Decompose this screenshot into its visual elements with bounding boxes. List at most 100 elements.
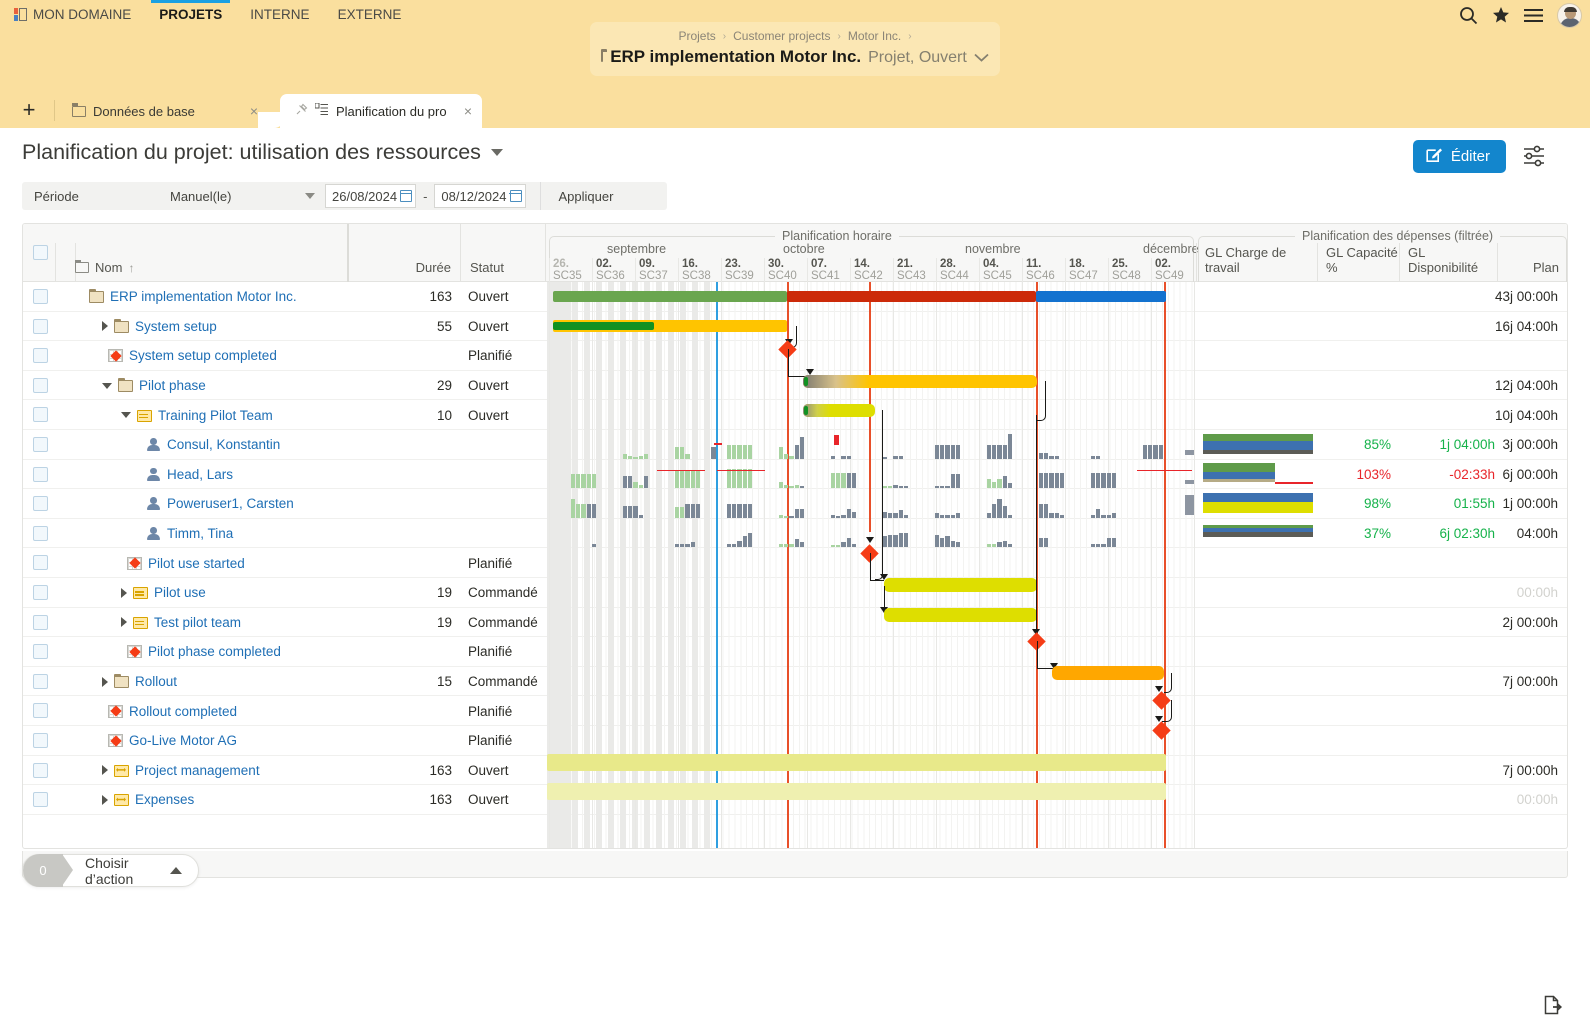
gantt-bar-project-future[interactable] [1036, 291, 1166, 302]
row-checkbox[interactable] [33, 496, 48, 511]
header-col-availability[interactable]: GL Disponibilité [1399, 243, 1497, 282]
week-day-label: 28. [940, 258, 979, 270]
row-checkbox[interactable] [33, 437, 48, 452]
header-col-name[interactable]: Nom ↑ [75, 260, 134, 275]
chevron-up-icon[interactable] [170, 867, 182, 874]
row-scroll-thumb[interactable] [1185, 480, 1194, 484]
collapse-icon[interactable] [121, 412, 131, 418]
header-col-duration[interactable]: Durée [351, 224, 461, 282]
header-col-capacity[interactable]: GL Capacité % [1317, 243, 1399, 282]
avatar[interactable] [1557, 3, 1582, 28]
search-icon[interactable] [1459, 6, 1478, 25]
page-title-dropdown-icon[interactable] [491, 149, 503, 156]
row-name-cell[interactable]: Timm, Tina [140, 519, 233, 549]
sort-asc-icon[interactable]: ↑ [128, 261, 134, 275]
gantt-bar-rollout[interactable] [1052, 666, 1164, 680]
row-name-cell[interactable]: Pilot use started [121, 548, 245, 578]
tab-donnees-de-base[interactable]: Données de base × [58, 94, 268, 128]
breadcrumb-item-projets[interactable]: Projets [678, 29, 715, 43]
hamburger-menu-icon[interactable] [1524, 8, 1543, 23]
row-checkbox[interactable] [33, 289, 48, 304]
apply-button[interactable]: Appliquer [540, 182, 632, 210]
row-checkbox[interactable] [33, 378, 48, 393]
gantt-bar-expenses[interactable] [547, 783, 1166, 800]
gantt-bar-pilot-use[interactable] [884, 578, 1037, 592]
star-icon[interactable] [1492, 6, 1510, 24]
select-all-checkbox[interactable] [33, 245, 48, 260]
grid-header: Nom ↑ Durée Statut Planification horaire… [23, 224, 1567, 282]
row-checkbox[interactable] [33, 644, 48, 659]
date-from-input[interactable]: 26/08/2024 [325, 184, 416, 208]
expand-icon[interactable] [102, 677, 108, 687]
row-checkbox[interactable] [33, 319, 48, 334]
breadcrumb-item-motor-inc[interactable]: Motor Inc. [848, 29, 901, 43]
nav-item-externe[interactable]: EXTERNE [324, 0, 416, 28]
header-col-status[interactable]: Statut [461, 224, 546, 282]
row-checkbox[interactable] [33, 555, 48, 570]
edit-button[interactable]: Éditer [1413, 140, 1506, 173]
expand-icon[interactable] [102, 765, 108, 775]
row-name-cell[interactable]: System setup completed [102, 341, 277, 371]
row-checkbox[interactable] [33, 674, 48, 689]
row-scroll-thumb[interactable] [1185, 495, 1194, 515]
header-col-workload[interactable]: GL Charge de travail [1196, 243, 1317, 282]
row-name-cell[interactable]: Rollout completed [102, 696, 237, 726]
row-name-cell[interactable]: Rollout [102, 667, 177, 697]
histogram-bar [1107, 473, 1111, 489]
row-name-cell[interactable]: Test pilot team [121, 608, 241, 638]
row-name-cell[interactable]: Poweruser1, Carsten [140, 489, 294, 519]
nav-item-mon-domaine[interactable]: MON DOMAINE [0, 0, 145, 28]
chevron-down-icon[interactable] [974, 47, 989, 67]
row-scroll-thumb[interactable] [1185, 450, 1194, 455]
row-name-cell[interactable]: System setup [102, 312, 217, 342]
row-checkbox[interactable] [33, 348, 48, 363]
gantt-bar-project-actual[interactable] [553, 291, 787, 302]
row-checkbox[interactable] [33, 733, 48, 748]
gantt-bar-project-management[interactable] [547, 754, 1166, 771]
histogram-bar [852, 544, 856, 547]
row-checkbox[interactable] [33, 467, 48, 482]
row-checkbox[interactable] [33, 526, 48, 541]
row-name-cell[interactable]: Head, Lars [140, 460, 233, 490]
breadcrumb-item-customer-projects[interactable]: Customer projects [733, 29, 830, 43]
expand-icon[interactable] [121, 617, 127, 627]
row-name-cell[interactable]: Expenses [102, 785, 194, 815]
date-to-input[interactable]: 08/12/2024 [434, 184, 525, 208]
row-checkbox[interactable] [33, 703, 48, 718]
row-checkbox[interactable] [33, 615, 48, 630]
nav-item-projets[interactable]: PROJETS [145, 0, 236, 28]
gantt-bar-test-pilot-team[interactable] [884, 608, 1037, 622]
row-name-cell[interactable]: ERP implementation Motor Inc. [83, 282, 297, 312]
collapse-icon[interactable] [102, 383, 112, 389]
row-name-cell[interactable]: Pilot use [121, 578, 206, 608]
header-label: GL Disponibilité [1408, 245, 1497, 275]
row-duration-cell [351, 341, 452, 371]
row-name-cell[interactable]: Go-Live Motor AG [102, 726, 237, 756]
tab-planification-du-projet[interactable]: Planification du pro × [280, 94, 482, 128]
new-tab-button[interactable]: + [16, 97, 42, 123]
close-icon[interactable]: × [464, 103, 472, 119]
row-checkbox[interactable] [33, 407, 48, 422]
row-name-cell[interactable]: Training Pilot Team [121, 400, 273, 430]
row-checkbox[interactable] [33, 763, 48, 778]
row-checkbox[interactable] [33, 792, 48, 807]
pin-icon[interactable] [294, 103, 308, 120]
export-icon[interactable] [1542, 994, 1564, 1021]
calendar-icon[interactable] [510, 190, 522, 202]
header-col-plan[interactable]: Plan [1497, 243, 1567, 282]
expand-icon[interactable] [121, 588, 127, 598]
calendar-icon[interactable] [400, 190, 412, 202]
expand-icon[interactable] [102, 321, 108, 331]
expand-icon[interactable] [102, 795, 108, 805]
gantt-bar-project-late[interactable] [787, 291, 1036, 302]
action-chip[interactable]: 0 Choisir d’action [22, 854, 199, 887]
row-name-cell[interactable]: Pilot phase [102, 371, 206, 401]
close-icon[interactable]: × [250, 103, 258, 119]
row-name-cell[interactable]: Consul, Konstantin [140, 430, 280, 460]
row-name-cell[interactable]: Project management [102, 756, 260, 786]
row-checkbox[interactable] [33, 585, 48, 600]
sliders-icon[interactable] [1523, 145, 1546, 172]
row-name-cell[interactable]: Pilot phase completed [121, 637, 281, 667]
nav-item-interne[interactable]: INTERNE [236, 0, 323, 28]
period-mode-select[interactable]: Manuel(le) [170, 182, 325, 210]
